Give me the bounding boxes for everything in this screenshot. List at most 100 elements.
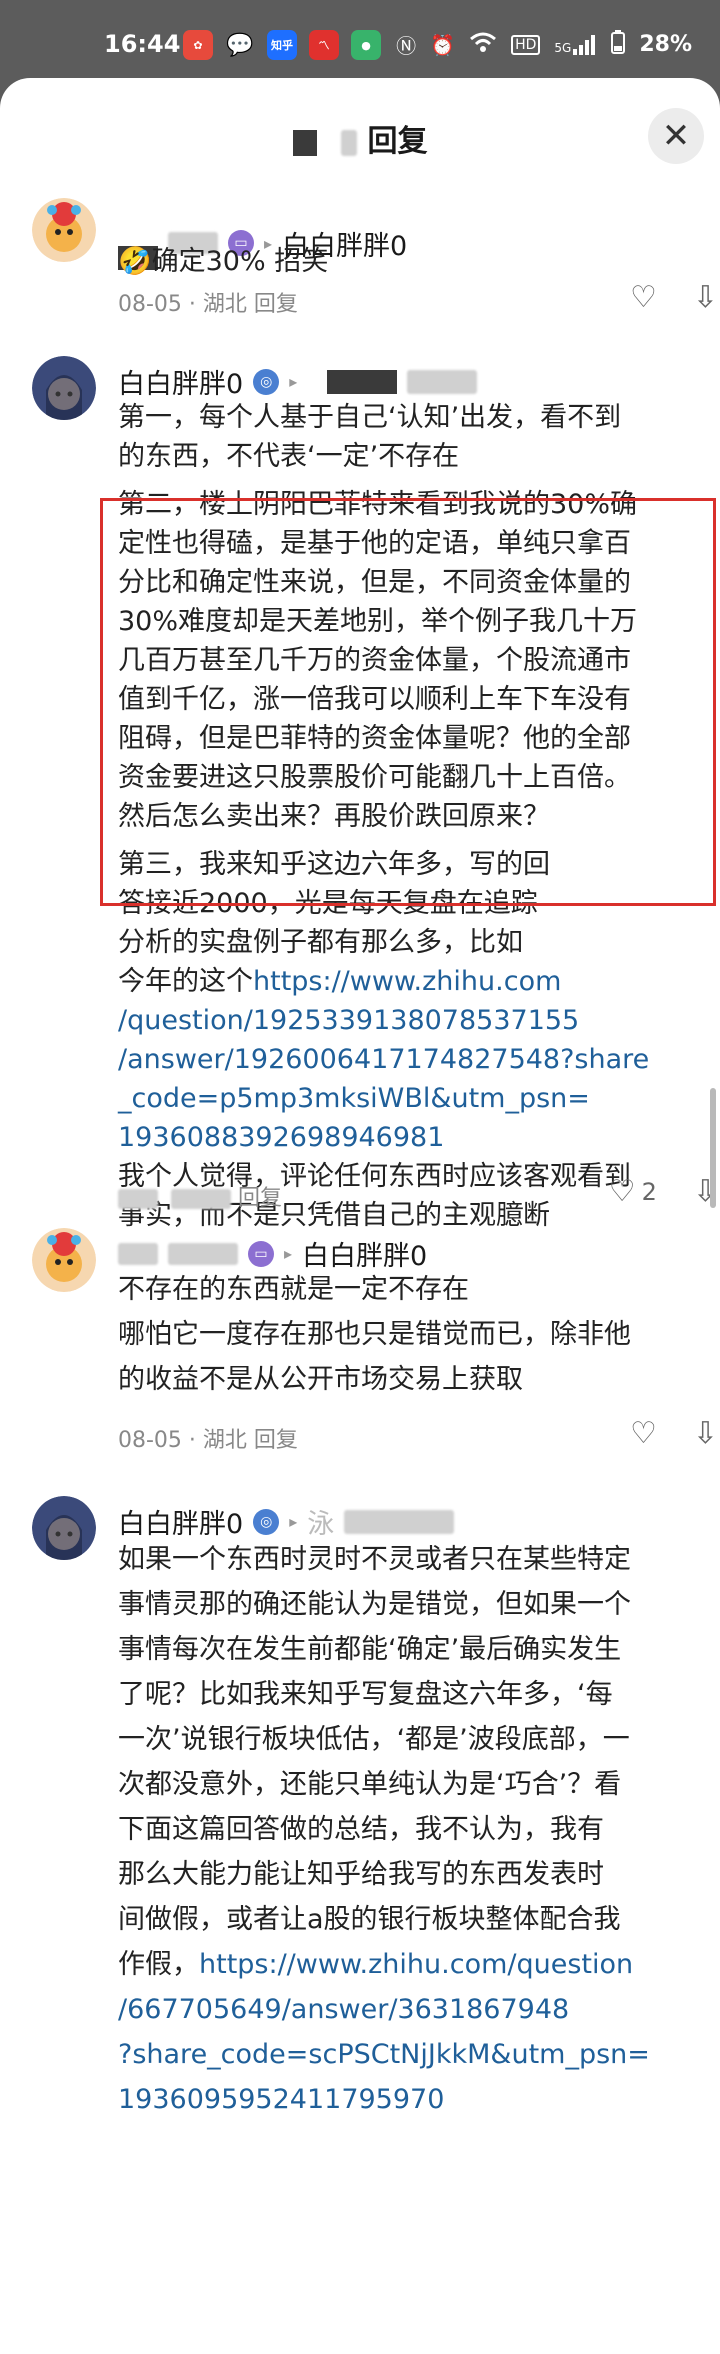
sheet-title-label: 回复 bbox=[367, 124, 428, 159]
close-icon: ✕ bbox=[661, 116, 691, 156]
hd-icon: HD bbox=[511, 34, 541, 55]
comment-line: 的东西，不代表‘一定’不存在 bbox=[118, 441, 460, 472]
comment-meta-text[interactable]: 08-05 · 湖北 回复 bbox=[118, 286, 298, 318]
blurred-username bbox=[118, 1242, 158, 1265]
answer-link[interactable]: /667705649/answer/3631867948 bbox=[118, 1990, 718, 2029]
blurred-username bbox=[168, 1242, 238, 1265]
red-app-icon: ✿ bbox=[183, 30, 213, 60]
answer-link[interactable]: _code=p5mp3mksiWBl&utm_psn= bbox=[118, 1079, 718, 1118]
comment-footer: 回复 ♡ 2 ⇩ bbox=[118, 1174, 718, 1214]
comment-author[interactable]: 白白胖胖0 bbox=[118, 1502, 243, 1541]
blurred-username bbox=[292, 129, 317, 156]
answer-link[interactable]: https://www.zhihu.com bbox=[253, 966, 561, 997]
answer-link[interactable]: /question/1925339138078537155 bbox=[118, 1001, 718, 1040]
like-icon: ♡ bbox=[608, 1174, 636, 1209]
sheet-title: 回复 bbox=[0, 116, 720, 160]
answer-link[interactable]: /answer/1926006417174827548?share bbox=[118, 1040, 718, 1079]
nfc-icon: Ⓝ bbox=[396, 34, 417, 58]
blurred-username-fragment bbox=[341, 129, 357, 156]
comment-meta: 白白胖胖0 ◎ ▸ bbox=[118, 362, 478, 401]
comment-footer: 08-05 · 湖北 回复 ♡ ⇩ bbox=[118, 280, 718, 320]
battery-percent: 28% bbox=[639, 32, 692, 57]
comment-line: 分析的实盘例子都有那么多，比如 bbox=[118, 927, 523, 958]
comment-body: 如果一个东西时灵时不灵或者只在某些特定 事情灵那的确还能认为是错觉，但如果一个 … bbox=[118, 1540, 718, 2125]
comment-meta: 白白胖胖0 ◎ ▸ 泳 bbox=[118, 1502, 455, 1541]
reply-to-author[interactable]: 白白胖胖0 bbox=[302, 1234, 427, 1273]
comment-line: 那么大能力能让知乎给我写的东西发表时 bbox=[118, 1859, 604, 1890]
wechat-icon: 💬 bbox=[225, 30, 255, 60]
comment-item: ▭ ▸ 白白胖胖0 不存在的东西就是一定不存在 哪怕它一度存在那也只是错觉而已，… bbox=[32, 1228, 718, 1458]
answer-link[interactable]: https://www.zhihu.com/question bbox=[199, 1949, 633, 1980]
comment-line: 了呢？比如我来知乎写复盘这六年多，‘每 bbox=[118, 1679, 613, 1710]
link-prefix: 今年的这个 bbox=[118, 966, 253, 997]
comment-author[interactable]: 白白胖胖0 bbox=[118, 362, 243, 401]
avatar[interactable] bbox=[32, 1228, 96, 1292]
link-prefix: 作假， bbox=[118, 1949, 199, 1980]
comment-line: 间做假，或者让a股的银行板块整体配合我 bbox=[118, 1904, 621, 1935]
comment-line: 的收益不是从公开市场交易上获取 bbox=[118, 1364, 523, 1395]
comment-line: 一次’说银行板块低估，‘都是’波段底部，一 bbox=[118, 1724, 630, 1755]
comment-actions: ♡ ⇩ bbox=[630, 1416, 718, 1451]
blurred-location bbox=[171, 1189, 231, 1209]
comment-line: 事情灵那的确还能认为是错觉，但如果一个 bbox=[118, 1589, 631, 1620]
battery-icon bbox=[611, 30, 626, 59]
comment-meta-text[interactable]: 08-05 · 湖北 回复 bbox=[118, 1422, 298, 1454]
level-badge-icon: ◎ bbox=[253, 368, 280, 395]
like-count: 2 bbox=[641, 1177, 657, 1206]
scrollbar[interactable] bbox=[710, 1088, 716, 1208]
like-button[interactable]: ♡ 2 bbox=[609, 1174, 657, 1209]
status-time: 16:44 bbox=[104, 30, 181, 58]
comment-line: 作假，https://www.zhihu.com/question bbox=[118, 1945, 718, 1984]
avatar[interactable] bbox=[32, 198, 96, 262]
dislike-icon[interactable]: ⇩ bbox=[693, 1416, 718, 1451]
comment-actions: ♡ ⇩ bbox=[630, 280, 718, 315]
avatar[interactable] bbox=[32, 356, 96, 420]
blurred-username bbox=[327, 369, 398, 394]
wifi-icon bbox=[469, 31, 497, 58]
close-button[interactable]: ✕ bbox=[648, 108, 704, 164]
answer-link[interactable]: 1936095952411795970 bbox=[118, 2080, 718, 2119]
comment-meta: ▭ ▸ 白白胖胖0 bbox=[118, 1234, 427, 1273]
comment-body: 🤣确定30% 招笑 bbox=[118, 242, 718, 281]
avatar[interactable] bbox=[32, 1496, 96, 1560]
comment-footer: 08-05 · 湖北 回复 ♡ ⇩ bbox=[118, 1416, 718, 1456]
like-icon[interactable]: ♡ bbox=[630, 1416, 657, 1451]
comment-line: 🤣确定30% 招笑 bbox=[118, 246, 329, 277]
signal-5g-icon: 5G bbox=[554, 34, 597, 55]
red-chart-icon: 〽 bbox=[309, 30, 339, 60]
like-icon[interactable]: ♡ bbox=[630, 280, 657, 315]
comment-meta-text[interactable]: 回复 bbox=[118, 1180, 282, 1212]
reply-sheet: 回复 ✕ ▭ ▸ 白白胖胖0 🤣确定30% 招笑 08-05 · 湖北 回复 ♡… bbox=[0, 78, 720, 2354]
system-icons: Ⓝ ⏰ HD 5G 28% bbox=[396, 30, 692, 59]
alarm-icon: ⏰ bbox=[430, 32, 456, 57]
level-badge-icon: ▭ bbox=[248, 1240, 274, 1267]
blurred-date bbox=[118, 1189, 158, 1209]
reply-label[interactable]: 回复 bbox=[238, 1186, 282, 1211]
comment-line: 如果一个东西时灵时不灵或者只在某些特定 bbox=[118, 1544, 631, 1575]
reply-arrow-icon: ▸ bbox=[289, 1512, 298, 1531]
comment-line: 第一，每个人基于自己‘认知’出发，看不到 bbox=[118, 402, 622, 433]
comment-line: 事情每次在发生前都能‘确定’最后确实发生 bbox=[118, 1634, 622, 1665]
reply-arrow-icon: ▸ bbox=[284, 1244, 293, 1263]
green-app-icon: ● bbox=[351, 30, 381, 60]
comment-line: 不存在的东西就是一定不存在 bbox=[118, 1274, 469, 1305]
dislike-icon[interactable]: ⇩ bbox=[693, 280, 718, 315]
blurred-username bbox=[344, 1509, 455, 1534]
comment-line: 哪怕它一度存在那也只是错觉而已，除非他 bbox=[118, 1319, 631, 1350]
notification-icons: ✿ 💬 知乎 〽 ● bbox=[183, 30, 381, 60]
reply-arrow-icon: ▸ bbox=[289, 372, 298, 391]
comment-line: 下面这篇回答做的总结，我不认为，我有 bbox=[118, 1814, 604, 1845]
comment-line: 次都没意外，还能只单纯认为是‘巧合’？看 bbox=[118, 1769, 622, 1800]
comment-item: ▭ ▸ 白白胖胖0 🤣确定30% 招笑 08-05 · 湖北 回复 ♡ ⇩ bbox=[32, 198, 718, 317]
answer-link[interactable]: 1936088392698946981 bbox=[118, 1118, 718, 1157]
status-bar: 16:44 ✿ 💬 知乎 〽 ● Ⓝ ⏰ HD 5G 28% bbox=[0, 0, 720, 90]
comment-line: 今年的这个https://www.zhihu.com bbox=[118, 962, 718, 1001]
comment-item: 白白胖胖0 ◎ ▸ 泳 如果一个东西时灵时不灵或者只在某些特定 事情灵那的确还能… bbox=[32, 1496, 692, 2354]
comment-body: 不存在的东西就是一定不存在 哪怕它一度存在那也只是错觉而已，除非他 的收益不是从… bbox=[118, 1270, 718, 1399]
answer-link[interactable]: ?share_code=scPSCtNjJkkM&utm_psn= bbox=[118, 2035, 718, 2074]
reply-to-user[interactable]: 泳 bbox=[307, 1502, 334, 1541]
zhihu-icon: 知乎 bbox=[267, 30, 297, 60]
blurred-username bbox=[407, 369, 478, 394]
signal-5g-label: 5G bbox=[554, 40, 572, 55]
highlight-box bbox=[100, 498, 716, 906]
